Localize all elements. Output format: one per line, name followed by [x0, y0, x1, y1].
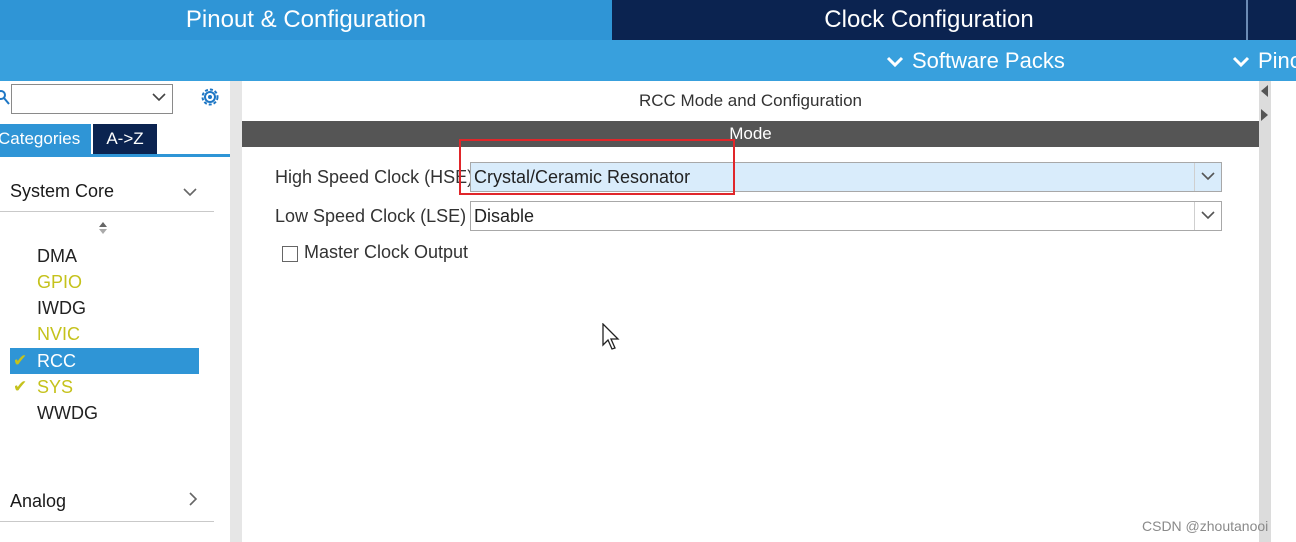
category-tabs: Categories A->Z — [0, 124, 230, 157]
tab-a-to-z[interactable]: A->Z — [93, 124, 157, 154]
list-item-selected[interactable]: ✔ RCC — [10, 348, 199, 374]
menu-software-packs[interactable]: Software Packs — [886, 40, 1065, 81]
peripheral-label: NVIC — [37, 324, 81, 344]
chevron-down-icon — [1232, 40, 1250, 81]
triangle-right-icon[interactable] — [1261, 109, 1269, 124]
secondary-menu-bar: Software Packs Pino — [0, 40, 1296, 81]
list-item[interactable]: GPIO — [10, 269, 199, 295]
peripheral-label: DMA — [37, 246, 77, 266]
top-tab-bar: Pinout & Configuration Clock Configurati… — [0, 0, 1296, 40]
list-item[interactable]: DMA — [10, 243, 199, 269]
rcc-config-panel: RCC Mode and Configuration Mode High Spe… — [242, 81, 1259, 542]
hse-label: High Speed Clock (HSE) — [275, 167, 474, 187]
tab-clock-configuration[interactable]: Clock Configuration — [612, 0, 1246, 40]
chevron-right-icon — [188, 481, 198, 521]
search-icon — [0, 89, 10, 110]
mouse-cursor-icon — [602, 322, 622, 351]
menu-software-packs-label: Software Packs — [912, 48, 1065, 73]
chevron-down-icon — [886, 40, 904, 81]
section-system-core[interactable]: System Core — [0, 171, 214, 212]
check-icon: ✔ — [13, 377, 28, 396]
section-analog[interactable]: Analog — [0, 481, 214, 522]
list-item[interactable]: IWDG — [10, 295, 199, 321]
right-edge — [1271, 81, 1296, 542]
gear-icon[interactable] — [198, 85, 222, 109]
mode-header: Mode — [242, 121, 1259, 147]
chevron-down-icon — [182, 171, 198, 211]
check-icon: ✔ — [13, 351, 28, 370]
page-title: RCC Mode and Configuration — [638, 91, 862, 110]
chevron-down-icon[interactable] — [152, 89, 166, 107]
list-item[interactable]: NVIC — [10, 321, 199, 347]
triangle-left-icon[interactable] — [1261, 85, 1269, 100]
chevron-down-icon[interactable] — [1194, 163, 1221, 191]
tab-categories[interactable]: Categories — [0, 124, 91, 154]
right-collapse-strip[interactable] — [1259, 81, 1271, 542]
list-item[interactable]: WWDG — [10, 400, 199, 426]
highlight-annotation — [459, 139, 735, 195]
sort-icon[interactable] — [97, 221, 109, 235]
peripheral-label: WWDG — [37, 403, 98, 423]
panel-splitter[interactable] — [230, 81, 242, 542]
peripheral-label: IWDG — [37, 298, 86, 318]
lse-label: Low Speed Clock (LSE) — [275, 206, 467, 226]
peripheral-label: GPIO — [37, 272, 83, 292]
peripheral-label: RCC — [37, 351, 76, 371]
search-input[interactable] — [11, 84, 173, 114]
menu-pinout[interactable]: Pino — [1232, 40, 1296, 81]
lse-select[interactable]: Disable — [470, 201, 1222, 231]
section-system-core-label: System Core — [10, 181, 115, 201]
section-analog-label: Analog — [10, 491, 67, 511]
left-panel: Categories A->Z System Core DMA GPIO IWD… — [0, 81, 230, 542]
chevron-down-icon[interactable] — [1194, 202, 1221, 230]
menu-pinout-label: Pino — [1258, 48, 1296, 73]
tab-more[interactable] — [1246, 0, 1296, 40]
list-item[interactable]: ✔ SYS — [10, 374, 199, 400]
watermark: CSDN @zhoutanooi — [1142, 518, 1269, 534]
master-clock-output-checkbox[interactable] — [282, 246, 298, 262]
lse-select-value: Disable — [474, 206, 535, 226]
tab-pinout-configuration[interactable]: Pinout & Configuration — [0, 0, 612, 40]
peripheral-label: SYS — [37, 377, 74, 397]
master-clock-output-label: Master Clock Output — [304, 242, 469, 262]
